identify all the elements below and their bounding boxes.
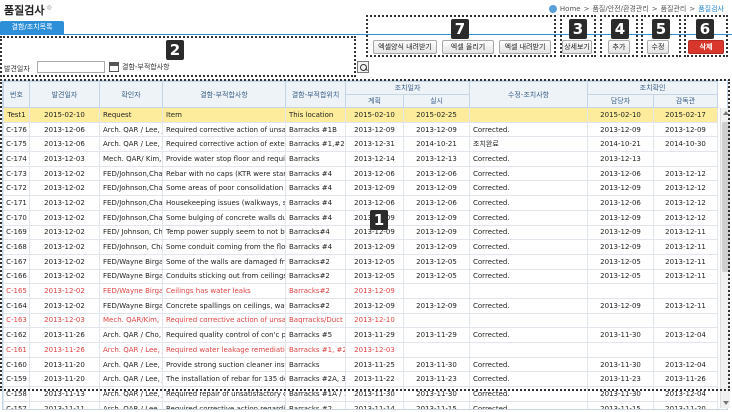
home-icon[interactable] [548,5,557,13]
breadcrumb-current: 품질검사 [698,5,724,13]
cell-found: 2013-11-11 [29,400,100,409]
callout-number-5: 5 [652,19,670,39]
page-title: 품질검사 ◎ [4,2,52,18]
callout-number-7: 7 [451,19,469,39]
cell-no: C-157 [3,400,30,409]
cell-mgr: 2013-11-15 [587,400,655,409]
cell-sup: 2013-11-20 [653,400,719,409]
callout-number-3: 3 [569,19,587,39]
page-title-text: 품질검사 [4,4,45,17]
callout-number-4: 4 [611,19,629,39]
cell-defect: Required corrective action regarding in [162,400,286,409]
cell-fix: Corrected. [469,400,589,409]
breadcrumb-separator: > [651,5,658,13]
help-icon[interactable]: ◎ [46,4,51,11]
breadcrumb-home[interactable]: Home [560,5,581,13]
cell-loc: Barracks #2 [285,400,346,409]
callout-number-6: 6 [696,19,714,39]
cell-checker: Arch. QAR / Lee, Ja [99,400,163,409]
tab-defect-action-list[interactable]: 결함/조치목록 [0,21,64,34]
cell-plan: 2013-11-14 [345,400,404,409]
search-icon[interactable] [357,61,369,73]
cell-actual: 2013-11-15 [402,400,471,409]
callout-box-table [0,79,730,391]
breadcrumb-separator: > [689,5,696,13]
callout-number-1: 1 [370,210,388,230]
scroll-down-icon[interactable] [723,401,729,405]
callout-number-2: 2 [166,40,184,60]
breadcrumb-quality[interactable]: 품질관리 [661,4,687,14]
breadcrumb: Home > 품질/안전/환경관리 > 품질관리 > 품질검사 [548,4,724,14]
breadcrumb-quality-safety[interactable]: 품질/안전/환경관리 [592,4,648,14]
table-row[interactable]: C-157 2013-11-11 Arch. QAR / Lee, Ja Requir… [3,400,719,409]
breadcrumb-separator: > [583,5,590,13]
